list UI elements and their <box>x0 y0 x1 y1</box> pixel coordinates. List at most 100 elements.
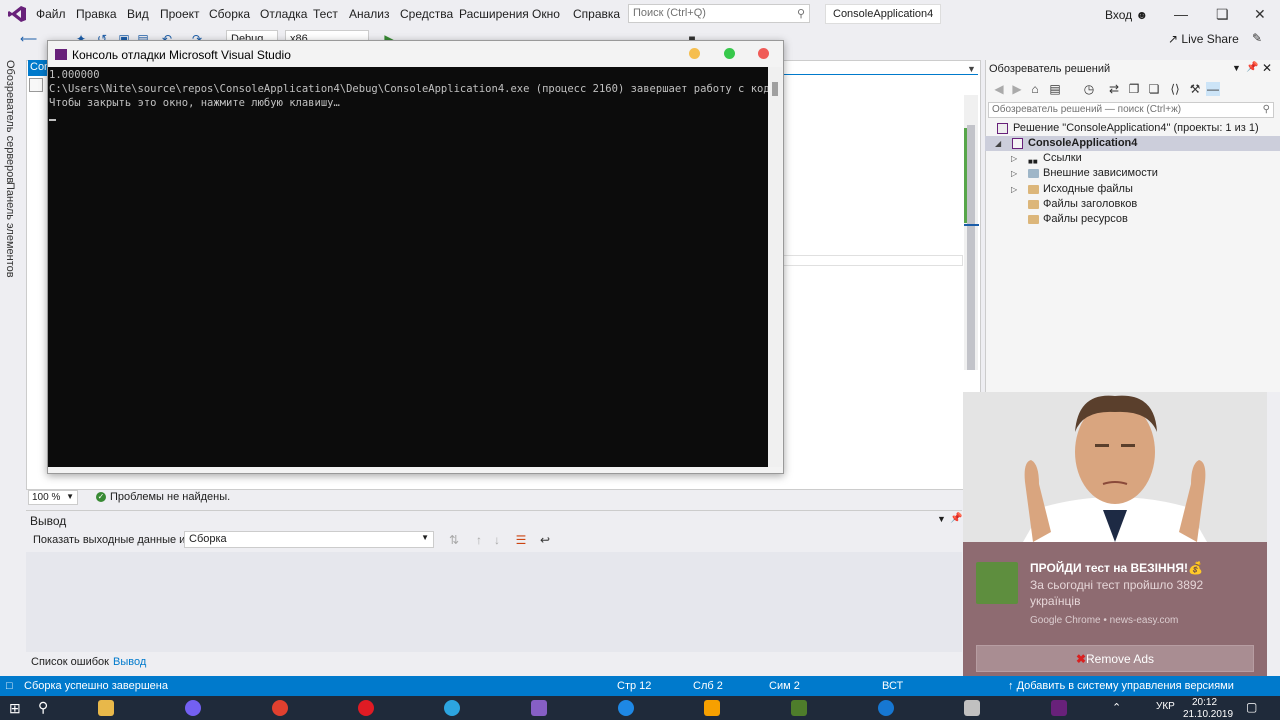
expanded-icon: ◢ <box>995 139 1002 148</box>
viber-icon[interactable] <box>185 700 201 716</box>
minecraft-icon[interactable] <box>791 700 807 716</box>
menu-analyze[interactable]: Анализ <box>349 7 390 21</box>
tree-node-source-files[interactable]: ▷ Исходные файлы <box>985 182 1280 197</box>
ad-headline[interactable]: ПРОЙДИ тест на ВЕЗІННЯ!💰 <box>1030 561 1203 575</box>
word-wrap-icon[interactable]: ↩ <box>538 533 552 547</box>
back-icon[interactable]: ◀ <box>992 82 1006 96</box>
tray-chevron-icon[interactable]: ⌃ <box>1112 701 1121 714</box>
tab-error-list[interactable]: Список ошибок <box>31 656 109 668</box>
menu-build[interactable]: Сборка <box>209 7 250 21</box>
toolbox-tab[interactable]: Панель элементов <box>4 182 16 278</box>
menu-tools[interactable]: Средства <box>400 7 453 21</box>
status-line: Стр 12 <box>617 680 652 692</box>
menu-view[interactable]: Вид <box>127 7 149 21</box>
close-icon[interactable]: ✕ <box>1254 6 1266 23</box>
clock-date[interactable]: 21.10.2019 <box>1183 709 1233 720</box>
restore-icon[interactable]: ❏ <box>1216 6 1229 23</box>
home-icon[interactable]: ⌂ <box>1028 82 1042 96</box>
tab-output[interactable]: Вывод <box>113 656 146 668</box>
remove-ads-button[interactable]: ✖Remove Ads <box>976 645 1254 672</box>
pin-icon[interactable]: 📌 <box>950 513 962 524</box>
chrome-icon[interactable] <box>272 700 288 716</box>
console-minimize-button[interactable] <box>689 48 700 59</box>
solution-search-input[interactable]: Обозреватель решений — поиск (Ctrl+ж) ⚲ <box>988 102 1274 118</box>
console-output[interactable]: 1.000000 C:\Users\Nite\source\repos\Cons… <box>48 67 768 467</box>
output-text-area[interactable] <box>26 552 962 652</box>
console-close-button[interactable] <box>758 48 769 59</box>
app-icon[interactable] <box>1051 700 1067 716</box>
search-input[interactable]: Поиск (Ctrl+Q) ⚲ <box>628 4 810 23</box>
tree-solution[interactable]: Решение "ConsoleApplication4" (проекты: … <box>985 121 1280 136</box>
console-maximize-button[interactable] <box>724 48 735 59</box>
soundcloud-icon[interactable] <box>964 700 980 716</box>
remove-ads-label: Remove Ads <box>1086 652 1155 666</box>
live-share-label: Live Share <box>1181 32 1239 46</box>
clock-time[interactable]: 20:12 <box>1192 697 1217 708</box>
menu-debug[interactable]: Отладка <box>260 7 307 21</box>
prev-message-icon[interactable]: ↑ <box>472 533 486 547</box>
solution-explorer-title: Обозреватель решений <box>989 63 1111 75</box>
folder-icon <box>1028 215 1039 224</box>
panel-menu-icon[interactable]: ▼ <box>1232 63 1241 73</box>
solution-label: Решение "ConsoleApplication4" (проекты: … <box>1013 122 1259 134</box>
editor-scroll-thumb[interactable] <box>967 125 975 370</box>
clear-all-icon[interactable]: ☰ <box>514 533 528 547</box>
node-label: Ссылки <box>1043 152 1082 164</box>
signin-button[interactable]: Вход ☻ <box>1105 8 1148 22</box>
menu-extensions[interactable]: Расширения <box>459 7 529 21</box>
app-icon[interactable] <box>704 700 720 716</box>
file-explorer-icon[interactable] <box>98 700 114 716</box>
collapse-all-icon[interactable]: ❐ <box>1127 82 1141 96</box>
console-scroll-thumb[interactable] <box>772 82 778 96</box>
back-icon[interactable]: ⟵ <box>20 32 37 46</box>
keyboard-language[interactable]: УКР <box>1156 701 1175 712</box>
properties-icon[interactable]: ⚒ <box>1188 82 1202 96</box>
menu-project[interactable]: Проект <box>160 7 200 21</box>
menu-file[interactable]: Файл <box>36 7 66 21</box>
menu-help[interactable]: Справка <box>573 7 620 21</box>
output-menu-icon[interactable]: ▼ <box>937 514 946 524</box>
add-to-source-control[interactable]: ↑ Добавить в систему управления версиями <box>1008 680 1234 692</box>
tree-node-external-deps[interactable]: ▷ Внешние зависимости <box>985 166 1280 181</box>
app-icon[interactable] <box>618 700 634 716</box>
code-view-icon[interactable]: ⟨⟩ <box>1168 82 1182 96</box>
signin-label: Вход <box>1105 8 1133 22</box>
server-explorer-tab[interactable]: Обозреватель серверов <box>4 60 16 183</box>
notifications-icon[interactable]: ▢ <box>1246 700 1257 714</box>
tree-project[interactable]: ◢ ConsoleApplication4 <box>985 136 1280 151</box>
menu-edit[interactable]: Правка <box>76 7 117 21</box>
menu-test[interactable]: Тест <box>313 7 338 21</box>
search-icon[interactable]: ⚲ <box>38 699 48 716</box>
menu-window[interactable]: Окно <box>532 7 560 21</box>
arrow-up-icon: ↑ <box>1008 680 1014 692</box>
status-char: Сим 2 <box>769 680 800 692</box>
node-label: Исходные файлы <box>1043 183 1133 195</box>
output-source-combo[interactable]: Сборка ▼ <box>184 531 434 548</box>
telegram-icon[interactable] <box>444 700 460 716</box>
next-message-icon[interactable]: ↓ <box>490 533 504 547</box>
tree-node-header-files[interactable]: Файлы заголовков <box>985 197 1280 212</box>
edge-icon[interactable] <box>878 700 894 716</box>
feedback-icon[interactable]: ✎ <box>1250 31 1264 45</box>
windows-start-icon[interactable]: ⊞ <box>9 700 21 717</box>
forward-icon[interactable]: ▶ <box>1010 82 1024 96</box>
tree-node-references[interactable]: ▷ ■■ Ссылки <box>985 151 1280 166</box>
visual-studio-icon[interactable] <box>531 700 547 716</box>
opera-icon[interactable] <box>358 700 374 716</box>
tab-dropdown-icon[interactable]: ▼ <box>967 64 976 74</box>
console-scrollbar[interactable] <box>768 67 782 467</box>
pending-changes-icon[interactable]: ◷ <box>1082 82 1096 96</box>
build-status-icon: □ <box>6 680 13 692</box>
issues-indicator[interactable]: ✓ Проблемы не найдены. <box>96 491 230 503</box>
live-share-button[interactable]: ↗ Live Share <box>1168 32 1239 46</box>
find-icon[interactable]: ⇅ <box>447 533 461 547</box>
preview-icon[interactable]: — <box>1206 82 1220 96</box>
minimize-icon[interactable]: — <box>1174 6 1188 22</box>
pin-icon[interactable]: 📌 <box>1246 62 1258 73</box>
zoom-combo[interactable]: 100 % ▼ <box>28 490 78 505</box>
show-all-files-icon[interactable]: ❏ <box>1147 82 1161 96</box>
switch-view-icon[interactable]: ▤ <box>1048 82 1062 96</box>
sync-icon[interactable]: ⇄ <box>1107 82 1121 96</box>
tree-node-resource-files[interactable]: Файлы ресурсов <box>985 212 1280 227</box>
close-icon[interactable]: ✕ <box>1262 61 1272 75</box>
